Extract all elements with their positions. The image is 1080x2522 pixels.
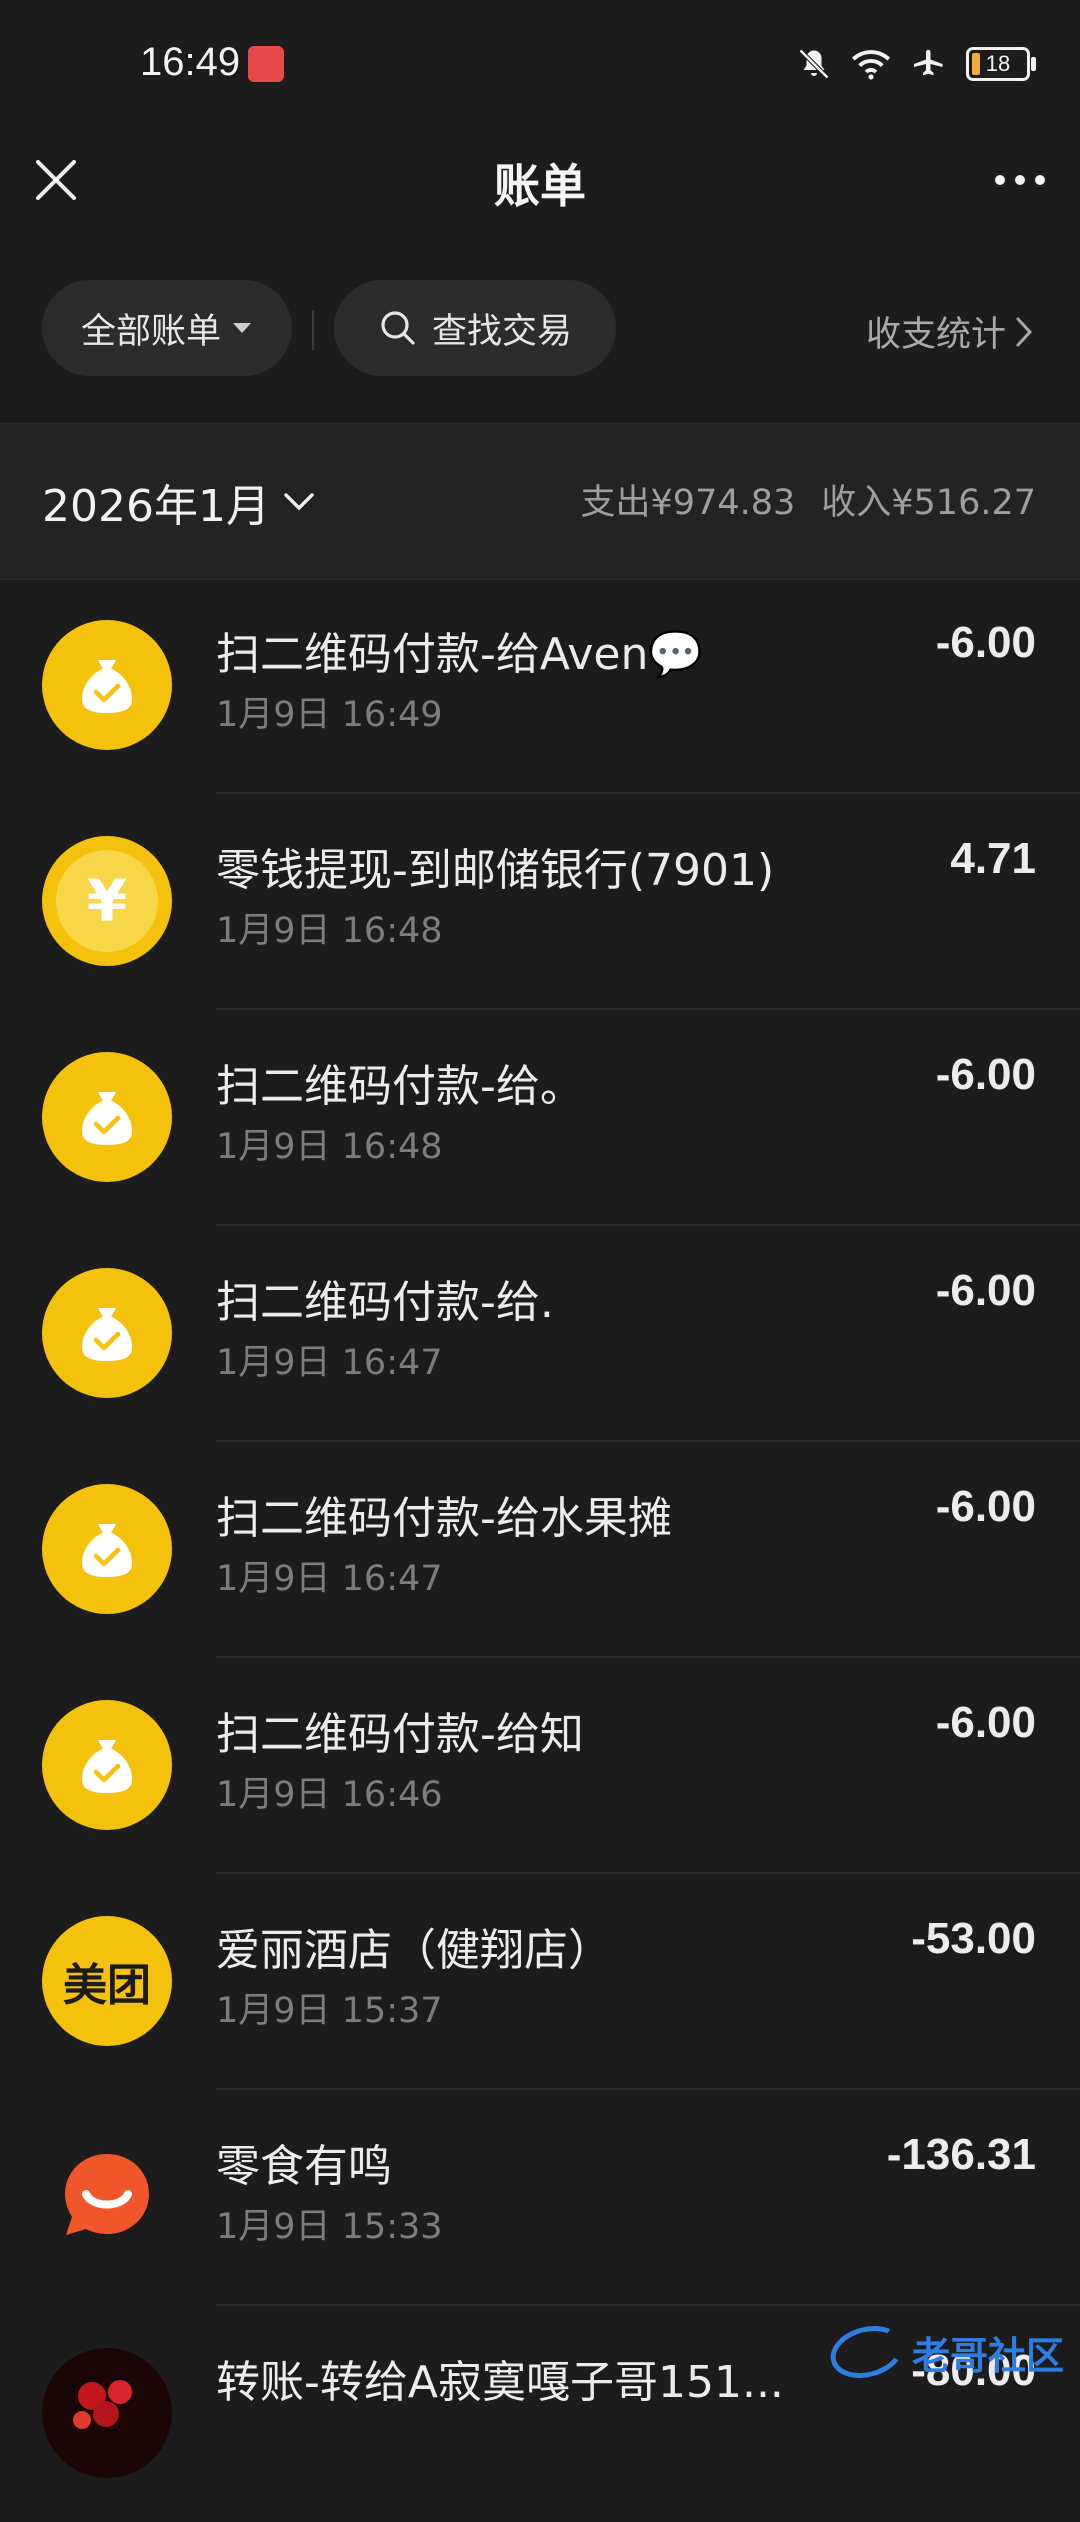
yuan-coin-icon: ¥ xyxy=(42,836,172,966)
transaction-amount: 4.71 xyxy=(950,834,1036,883)
wifi-icon xyxy=(851,50,891,80)
avatar xyxy=(42,2348,172,2478)
transaction-title: 零钱提现-到邮储银行(7901) xyxy=(216,845,775,896)
search-label: 查找交易 xyxy=(431,311,572,352)
transaction-row[interactable]: 扫二维码付款-给水果摊 1月9日 16:47 -6.00 xyxy=(0,1442,1080,1658)
status-time: 16:49 xyxy=(140,40,241,84)
stats-label: 收支统计 xyxy=(865,315,1006,355)
watermark: 老哥社区 xyxy=(814,2312,1064,2392)
transaction-time: 1月9日 16:47 xyxy=(216,1559,443,1599)
transaction-time: 1月9日 16:46 xyxy=(216,1775,443,1815)
search-transactions-button[interactable]: 查找交易 xyxy=(334,280,616,376)
filter-bar: 全部账单 查找交易 收支统计 xyxy=(0,280,1080,380)
search-icon xyxy=(381,311,415,345)
transaction-title: 扫二维码付款-给。 xyxy=(216,1061,584,1112)
divider xyxy=(312,310,314,350)
all-bills-dropdown[interactable]: 全部账单 xyxy=(42,280,292,376)
month-totals: 支出¥974.83 收入¥516.27 xyxy=(581,474,1036,525)
smile-chat-icon xyxy=(42,2132,172,2262)
transaction-row[interactable]: 扫二维码付款-给. 1月9日 16:47 -6.00 xyxy=(0,1226,1080,1442)
income-expense-stats-link[interactable]: 收支统计 xyxy=(866,306,1034,357)
transaction-row[interactable]: 扫二维码付款-给。 1月9日 16:48 -6.00 xyxy=(0,1010,1080,1226)
transaction-amount: -6.00 xyxy=(935,1698,1036,1747)
month-expense: 支出¥974.83 xyxy=(580,483,796,523)
chevron-down-icon xyxy=(284,493,314,511)
transaction-time: 1月9日 15:37 xyxy=(216,1991,443,2031)
transaction-title: 爱丽酒店（健翔店） xyxy=(216,1925,612,1976)
transaction-time: 1月9日 16:47 xyxy=(216,1343,443,1383)
transaction-title: 零食有鸣 xyxy=(216,2141,392,2192)
app-notification-icon xyxy=(248,46,284,82)
transaction-row[interactable]: 零食有鸣 1月9日 15:33 -136.31 xyxy=(0,2090,1080,2306)
transaction-title: 转账-转给A寂寞嘎子哥151... xyxy=(216,2357,784,2408)
transaction-row[interactable]: ¥ 零钱提现-到邮储银行(7901) 1月9日 16:48 4.71 xyxy=(0,794,1080,1010)
page-title: 账单 xyxy=(494,159,586,213)
transaction-title: 扫二维码付款-给Aven💬 xyxy=(216,629,704,680)
transaction-time: 1月9日 16:49 xyxy=(216,695,443,735)
more-icon[interactable] xyxy=(988,152,1052,208)
money-bag-check-icon xyxy=(42,1268,172,1398)
all-bills-label: 全部账单 xyxy=(80,311,221,352)
transaction-time: 1月9日 15:33 xyxy=(216,2207,443,2247)
transaction-row[interactable]: 扫二维码付款-给知 1月9日 16:46 -6.00 xyxy=(0,1658,1080,1874)
caret-down-icon xyxy=(233,323,251,333)
airplane-icon xyxy=(914,49,943,76)
transaction-amount: -6.00 xyxy=(935,1482,1036,1531)
transaction-row[interactable]: 扫二维码付款-给Aven💬 1月9日 16:49 -6.00 xyxy=(0,578,1080,794)
watermark-logo-icon xyxy=(824,2318,910,2386)
transaction-row[interactable]: 美团 爱丽酒店（健翔店） 1月9日 15:37 -53.00 xyxy=(0,1874,1080,2090)
mute-icon xyxy=(798,48,830,80)
transaction-amount: -53.00 xyxy=(911,1914,1036,1963)
transaction-title: 扫二维码付款-给水果摊 xyxy=(216,1493,672,1544)
money-bag-check-icon xyxy=(42,1052,172,1182)
transaction-title: 扫二维码付款-给知 xyxy=(216,1709,584,1760)
money-bag-check-icon xyxy=(42,620,172,750)
nav-bar: 账单 xyxy=(0,130,1080,250)
transaction-title: 扫二维码付款-给. xyxy=(216,1277,554,1328)
transaction-time: 1月9日 16:48 xyxy=(216,911,443,951)
status-icons: 18 xyxy=(796,42,1036,86)
month-selector[interactable]: 2026年1月 xyxy=(42,470,316,534)
meituan-logo: 美团 xyxy=(42,1916,172,2046)
month-label: 2026年1月 xyxy=(42,481,270,532)
money-bag-check-icon xyxy=(42,1484,172,1614)
transaction-amount: -6.00 xyxy=(935,1266,1036,1315)
transaction-time: 1月9日 16:48 xyxy=(216,1127,443,1167)
watermark-text: 老哥社区 xyxy=(911,2333,1064,2378)
transaction-list: 扫二维码付款-给Aven💬 1月9日 16:49 -6.00 ¥ 零钱提现-到邮… xyxy=(0,578,1080,2522)
money-bag-check-icon xyxy=(42,1700,172,1830)
month-income: 收入¥516.27 xyxy=(821,483,1036,523)
transaction-amount: -136.31 xyxy=(886,2130,1036,2179)
transaction-amount: -6.00 xyxy=(935,1050,1036,1099)
month-header: 2026年1月 支出¥974.83 收入¥516.27 xyxy=(0,423,1080,580)
transaction-amount: -6.00 xyxy=(935,618,1036,667)
chevron-right-icon xyxy=(1016,317,1033,346)
battery-icon: 18 xyxy=(966,47,1036,81)
status-bar: 16:49 18 xyxy=(0,0,1080,130)
battery-level: 18 xyxy=(985,51,1011,76)
